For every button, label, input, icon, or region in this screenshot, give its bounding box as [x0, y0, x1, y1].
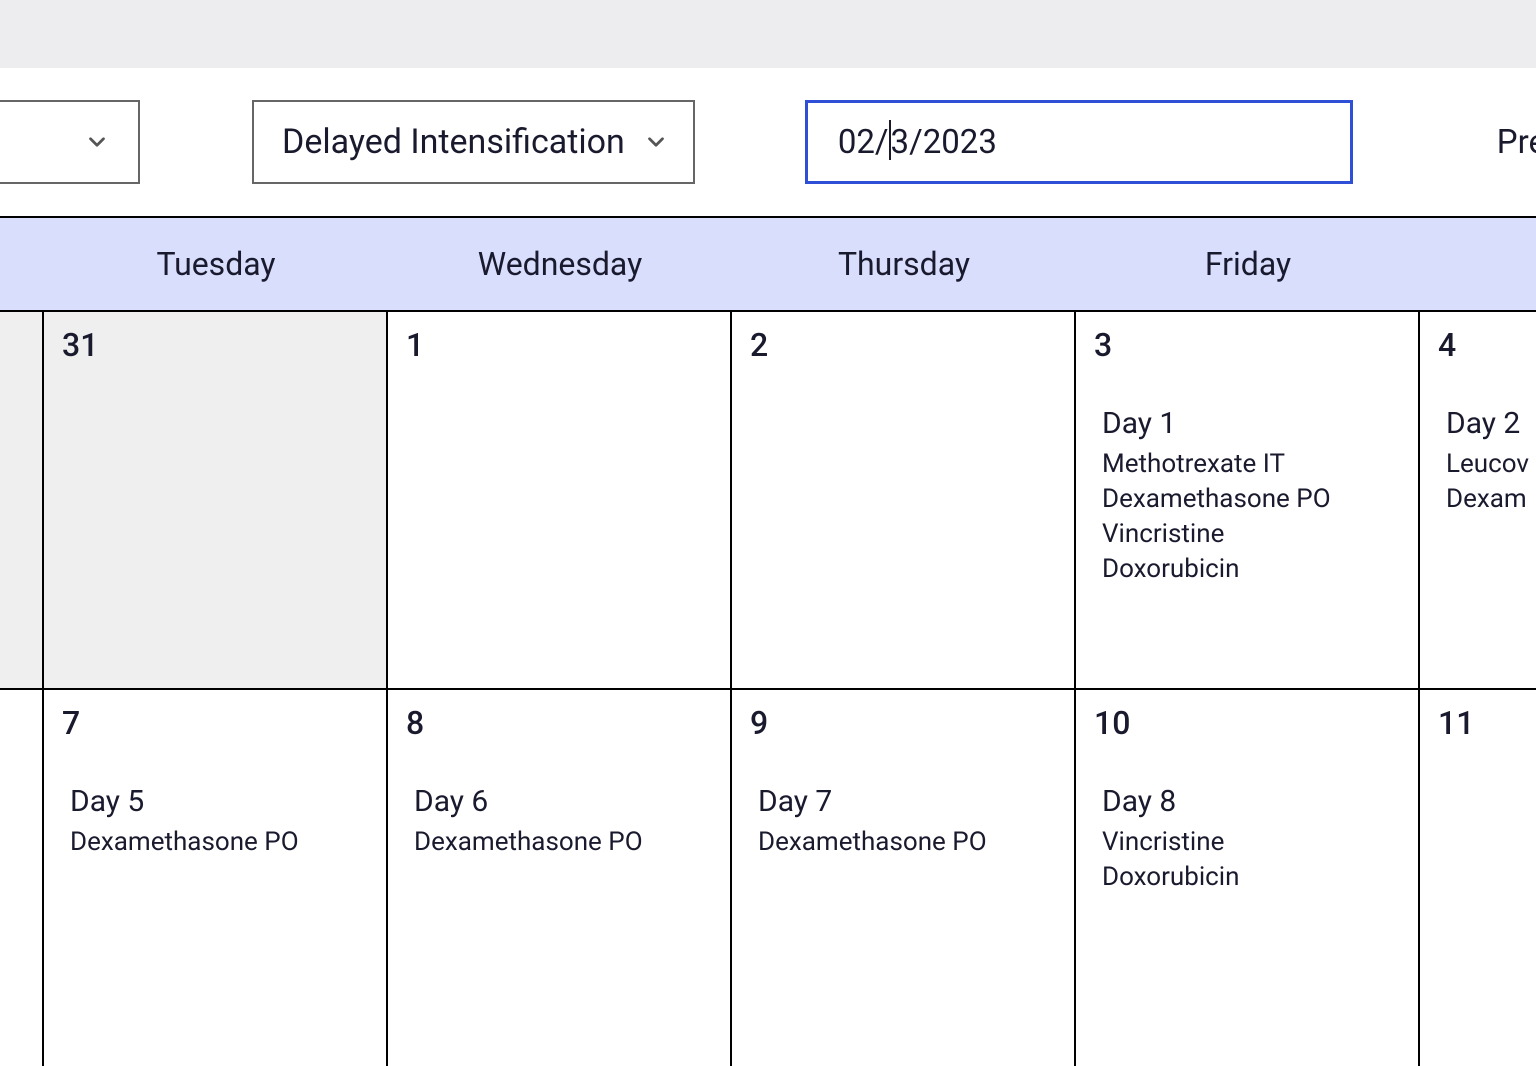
weekday-header: Wednesday — [388, 245, 732, 283]
weekday-header: Friday — [1076, 245, 1420, 283]
day-content: Day 2 LeucovDexam — [1438, 406, 1522, 517]
day-number: 4 — [1438, 326, 1522, 364]
date-value-after: 3/2023 — [891, 123, 997, 162]
day-content: Day 1 Methotrexate ITDexamethasone POVinc… — [1094, 406, 1400, 587]
med-line: Leucov — [1446, 447, 1522, 482]
med-line: Vincristine — [1102, 825, 1400, 860]
chevron-down-icon — [84, 129, 110, 155]
phase-dropdown-label: Delayed Intensification — [282, 122, 625, 162]
day-content: Day 5 Dexamethasone PO — [62, 784, 368, 860]
calendar-row: 31 123 Day 1 Methotrexate ITDexamethasone P… — [0, 310, 1536, 688]
day-number: 2 — [750, 326, 1056, 364]
day-number: 11 — [1438, 704, 1522, 742]
calendar-body: 31123Day 1Methotrexate ITDexamethasone P… — [0, 310, 1536, 1066]
day-number: 7 — [62, 704, 368, 742]
med-line: Vincristine — [1102, 517, 1400, 552]
day-label: Day 1 — [1102, 406, 1400, 441]
day-label: Day 5 — [70, 784, 368, 819]
weekday-row: Tuesday Wednesday Thursday Friday — [0, 218, 1536, 310]
day-cell[interactable]: 2 — [732, 312, 1076, 688]
day-content: Day 6 Dexamethasone PO — [406, 784, 712, 860]
toolbar: Delayed Intensification 02/3/2023 Pre — [0, 68, 1536, 216]
day-label: Day 2 — [1446, 406, 1522, 441]
day-cell[interactable]: 4 Day 2 LeucovDexam — [1420, 312, 1536, 688]
day-label: Day 8 — [1102, 784, 1400, 819]
med-line: Dexamethasone PO — [758, 825, 1056, 860]
day-number: 9 — [750, 704, 1056, 742]
day-number: 1 — [406, 326, 712, 364]
day-cell[interactable]: 7 Day 5 Dexamethasone PO — [44, 690, 388, 1066]
day-cell[interactable]: 1 — [388, 312, 732, 688]
row-spacer — [0, 690, 44, 1066]
top-band — [0, 0, 1536, 68]
day-number: 10 — [1094, 704, 1400, 742]
day-cell[interactable]: 8 Day 6 Dexamethasone PO — [388, 690, 732, 1066]
phase-dropdown[interactable]: Delayed Intensification — [252, 100, 695, 184]
row-spacer — [0, 312, 44, 688]
chevron-down-icon — [643, 129, 669, 155]
dropdown-partial-left[interactable] — [0, 100, 140, 184]
day-label: Day 7 — [758, 784, 1056, 819]
med-line: Dexamethasone PO — [70, 825, 368, 860]
weekday-header: Tuesday — [44, 245, 388, 283]
day-content: Day 7 Dexamethasone PO — [750, 784, 1056, 860]
calendar-row: 7 Day 5 Dexamethasone PO 8 Day 6 Dexamethason… — [0, 688, 1536, 1066]
day-cell[interactable]: 10 Day 8 VincristineDoxorubicin — [1076, 690, 1420, 1066]
day-number: 8 — [406, 704, 712, 742]
right-action-partial[interactable]: Pre — [1497, 123, 1536, 162]
date-input[interactable]: 02/3/2023 — [805, 100, 1353, 184]
day-number: 3 — [1094, 326, 1400, 364]
med-line: Methotrexate IT — [1102, 447, 1400, 482]
day-cell[interactable]: 31 — [44, 312, 388, 688]
date-value-before: 02/ — [838, 123, 889, 162]
med-line: Doxorubicin — [1102, 552, 1400, 587]
weekday-header: Thursday — [732, 245, 1076, 283]
day-cell[interactable]: 11 — [1420, 690, 1536, 1066]
day-content: Day 8 VincristineDoxorubicin — [1094, 784, 1400, 895]
med-line: Dexamethasone PO — [414, 825, 712, 860]
day-cell[interactable]: 3 Day 1 Methotrexate ITDexamethasone POVin… — [1076, 312, 1420, 688]
med-line: Doxorubicin — [1102, 860, 1400, 895]
text-cursor — [889, 120, 891, 160]
day-number: 31 — [62, 326, 368, 364]
day-label: Day 6 — [414, 784, 712, 819]
med-line: Dexamethasone PO — [1102, 482, 1400, 517]
day-cell[interactable]: 9 Day 7 Dexamethasone PO — [732, 690, 1076, 1066]
right-action-label: Pre — [1497, 123, 1536, 162]
med-line: Dexam — [1446, 482, 1522, 517]
calendar: Tuesday Wednesday Thursday Friday 31 123 D… — [0, 216, 1536, 1066]
